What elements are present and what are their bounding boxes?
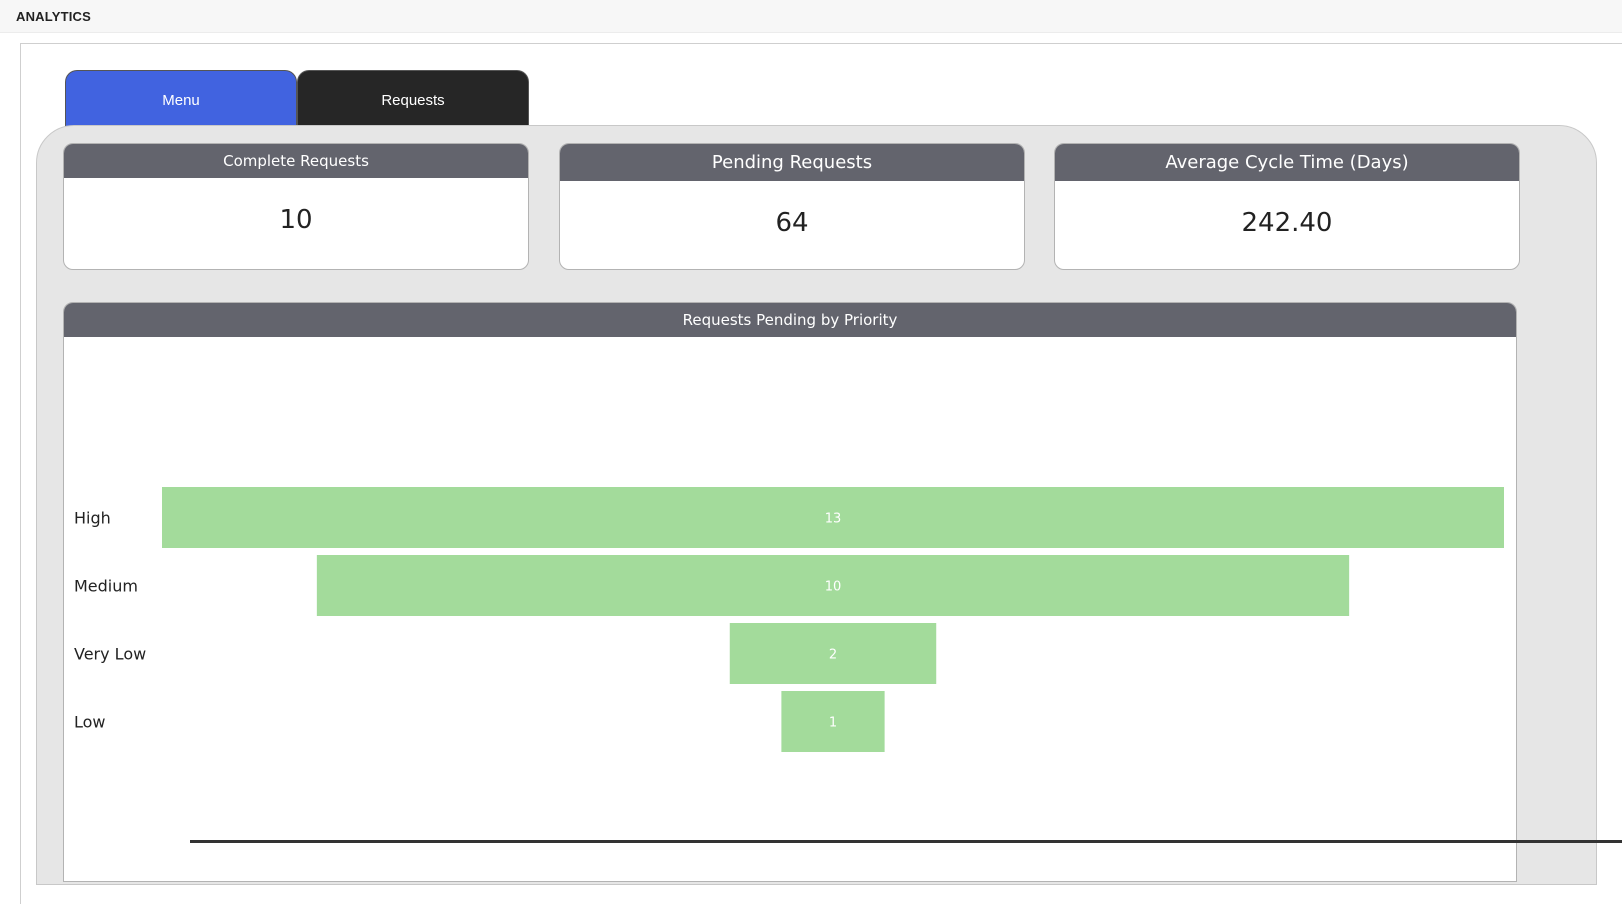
funnel-chart: High 13 Medium 10 Very Low 2 Low 1 — [74, 487, 1504, 752]
category-label-high: High — [74, 509, 111, 528]
top-bar: ANALYTICS — [0, 0, 1622, 33]
category-label-very-low: Very Low — [74, 645, 146, 664]
data-label-high: 13 — [825, 512, 842, 527]
app-title: ANALYTICS — [16, 9, 91, 24]
data-label-low: 1 — [829, 716, 837, 731]
tab-requests[interactable]: Requests — [297, 70, 529, 126]
data-label-medium: 10 — [825, 580, 842, 595]
card-title: Complete Requests — [64, 144, 528, 178]
average-cycle-time-card: Average Cycle Time (Days) 242.40 — [1054, 143, 1520, 270]
data-label-very-low: 2 — [829, 648, 837, 663]
complete-requests-card: Complete Requests 10 — [63, 143, 529, 270]
pending-requests-card: Pending Requests 64 — [559, 143, 1025, 270]
category-label-low: Low — [74, 713, 106, 732]
chart-title: Requests Pending by Priority — [64, 303, 1516, 337]
card-title: Average Cycle Time (Days) — [1055, 144, 1519, 181]
category-label-medium: Medium — [74, 577, 138, 596]
card-value: 10 — [279, 205, 313, 235]
card-title: Pending Requests — [560, 144, 1024, 181]
priority-chart-card: Requests Pending by Priority High 13 Mediu… — [63, 302, 1517, 882]
card-value: 64 — [775, 208, 809, 238]
tab-menu[interactable]: Menu — [65, 70, 297, 126]
card-value: 242.40 — [1241, 208, 1333, 238]
horizontal-scrollbar[interactable] — [190, 840, 1622, 843]
